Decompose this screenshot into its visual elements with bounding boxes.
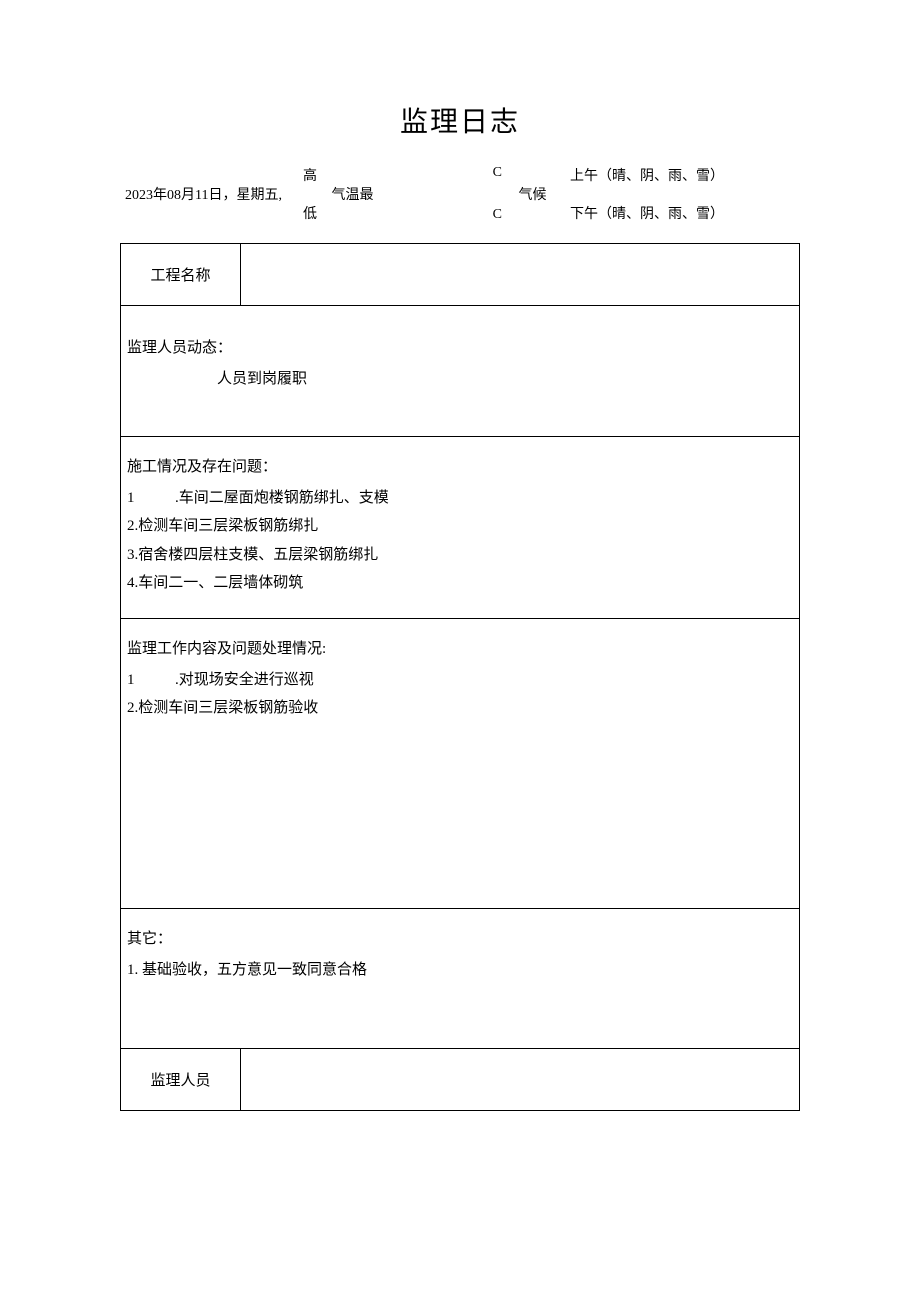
personnel-title: 监理人员动态： bbox=[127, 336, 793, 357]
temp-unit-high: C bbox=[493, 165, 502, 181]
personnel-line: 人员到岗履职 bbox=[127, 367, 793, 393]
other-item-1: 1. 基础验收，五方意见一致同意合格 bbox=[127, 958, 793, 984]
construction-item-1: 1 .车间二屋面炮楼钢筋绑扎、支模 bbox=[127, 486, 793, 512]
project-name-value[interactable] bbox=[241, 244, 799, 305]
supervisor-value[interactable] bbox=[241, 1049, 799, 1110]
temp-label: 气温最 bbox=[332, 184, 374, 204]
temp-unit-low: C bbox=[493, 207, 502, 223]
project-name-row: 工程名称 bbox=[121, 244, 799, 306]
construction-item-4: 4.车间二一、二层墙体砌筑 bbox=[127, 571, 793, 597]
supervisor-label: 监理人员 bbox=[121, 1049, 241, 1110]
work-item-2: 2.检测车间三层梁板钢筋验收 bbox=[127, 696, 793, 722]
date-text: 2023年08月11日，星期五, bbox=[120, 165, 295, 223]
personnel-section: 监理人员动态： 人员到岗履职 bbox=[121, 306, 799, 437]
supervisor-row: 监理人员 bbox=[121, 1049, 799, 1110]
other-section: 其它： 1. 基础验收，五方意见一致同意合格 bbox=[121, 909, 799, 1049]
climate-pm: 下午（晴、阴、雨、雪） bbox=[570, 203, 800, 223]
main-table: 工程名称 监理人员动态： 人员到岗履职 施工情况及存在问题： 1 .车间二屋面炮… bbox=[120, 243, 800, 1111]
project-name-label: 工程名称 bbox=[121, 244, 241, 305]
construction-title: 施工情况及存在问题： bbox=[127, 455, 793, 476]
header-info: 2023年08月11日，星期五, 高 低 气温最 C C 气候 上午（晴、阴、雨… bbox=[120, 165, 800, 223]
work-item-1-text: .对现场安全进行巡视 bbox=[175, 668, 314, 694]
temp-high-label: 高 bbox=[303, 165, 317, 185]
work-title: 监理工作内容及问题处理情况: bbox=[127, 637, 793, 658]
construction-section: 施工情况及存在问题： 1 .车间二屋面炮楼钢筋绑扎、支模 2.检测车间三层梁板钢… bbox=[121, 437, 799, 619]
work-item-1-num: 1 bbox=[127, 668, 175, 694]
construction-item-2: 2.检测车间三层梁板钢筋绑扎 bbox=[127, 514, 793, 540]
construction-item-1-text: .车间二屋面炮楼钢筋绑扎、支模 bbox=[175, 486, 389, 512]
work-item-1: 1 .对现场安全进行巡视 bbox=[127, 668, 793, 694]
climate-label: 气候 bbox=[519, 184, 547, 204]
page-title: 监理日志 bbox=[120, 100, 800, 140]
temp-low-label: 低 bbox=[303, 203, 317, 223]
other-title: 其它： bbox=[127, 927, 793, 948]
construction-item-3: 3.宿舍楼四层柱支模、五层梁钢筋绑扎 bbox=[127, 543, 793, 569]
climate-am: 上午（晴、阴、雨、雪） bbox=[570, 165, 800, 185]
construction-item-1-num: 1 bbox=[127, 486, 175, 512]
work-section: 监理工作内容及问题处理情况: 1 .对现场安全进行巡视 2.检测车间三层梁板钢筋… bbox=[121, 619, 799, 909]
